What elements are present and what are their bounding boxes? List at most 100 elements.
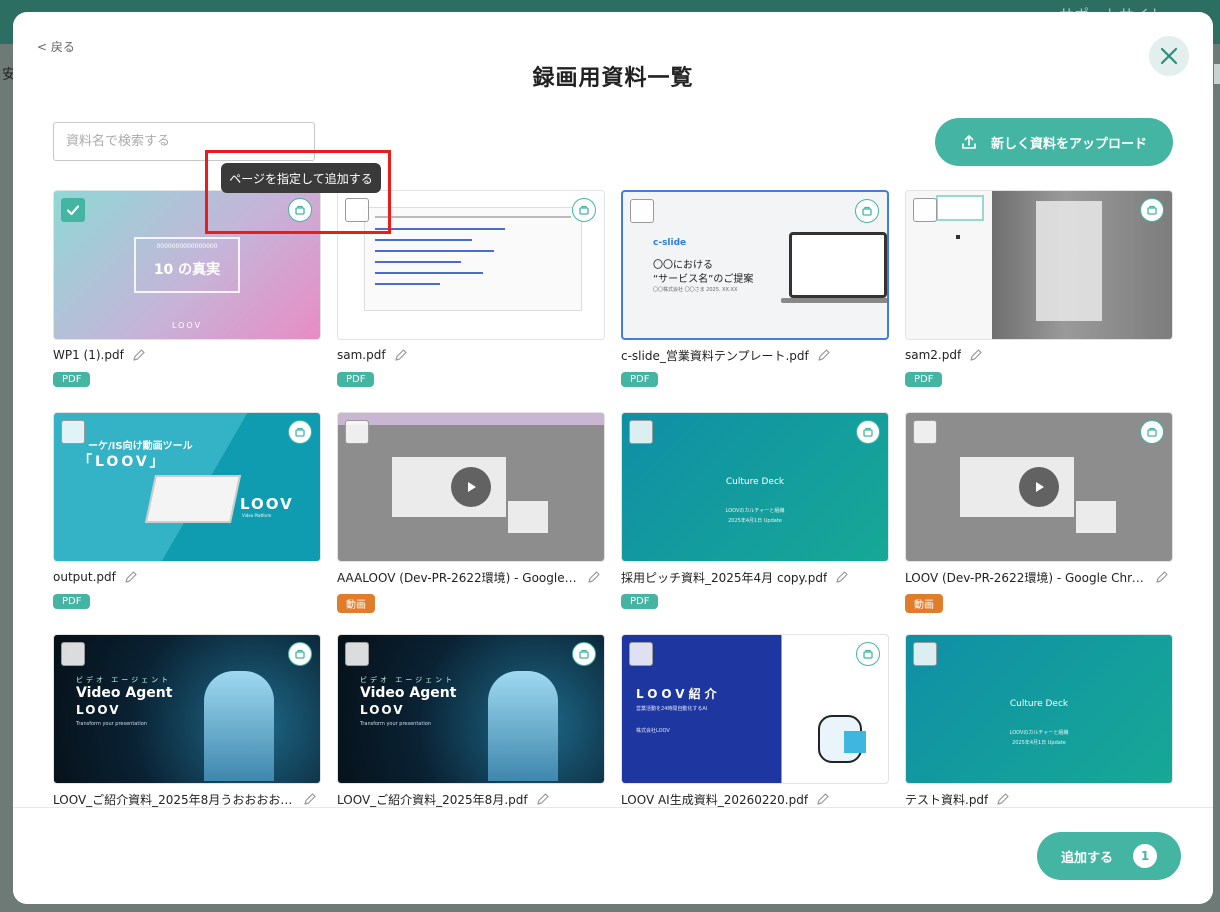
- select-checkbox[interactable]: [345, 198, 369, 222]
- material-card[interactable]: Culture Deck LOOVのカルチャーと組織 2025年4月1日 Upd…: [621, 412, 889, 609]
- robot-hand-image: [204, 671, 274, 781]
- document-preview: [364, 207, 582, 311]
- page-select-icon[interactable]: [288, 642, 312, 666]
- material-name: AAALOOV (Dev-PR-2622環境) - Google Chrome …: [337, 570, 579, 585]
- laptop-image: [789, 232, 887, 298]
- material-card[interactable]: LOOV紹介 営業活動を24時間自動化するAI 株式会社LOOV LOOV AI…: [621, 634, 889, 808]
- search-input[interactable]: [53, 122, 315, 161]
- page-select-icon[interactable]: [856, 642, 880, 666]
- slide-text: LOOV紹介: [636, 687, 721, 701]
- material-card[interactable]: ーケ/IS向け動画ツール 「LOOV」 LOOV Video Platform …: [53, 412, 321, 609]
- pencil-icon[interactable]: [969, 348, 983, 362]
- thumbnail[interactable]: [905, 190, 1173, 340]
- select-checkbox[interactable]: [61, 642, 85, 666]
- close-button[interactable]: [1149, 36, 1189, 76]
- modal-footer: 追加する 1: [13, 807, 1213, 904]
- pencil-icon[interactable]: [816, 792, 830, 806]
- page-select-icon[interactable]: [288, 198, 312, 222]
- material-card[interactable]: ビデオ エージェント Video Agent LOOV Transform yo…: [337, 634, 605, 808]
- slide-text: “サービス名”のご提案: [653, 274, 754, 285]
- thumbnail[interactable]: 0000000000000000 10 の真実 LOOV: [53, 190, 321, 340]
- slide-text: 営業活動を24時間自動化するAI: [636, 706, 708, 712]
- type-badge: PDF: [337, 372, 375, 387]
- slide-text: LOOVのカルチャーと組織: [725, 508, 785, 514]
- material-name: sam2.pdf: [905, 348, 962, 362]
- thumbnail[interactable]: [337, 190, 605, 340]
- page-select-icon[interactable]: [288, 420, 312, 444]
- thumbnail[interactable]: ーケ/IS向け動画ツール 「LOOV」 LOOV Video Platform: [53, 412, 321, 562]
- thumbnail[interactable]: LOOV紹介 営業活動を24時間自動化するAI 株式会社LOOV: [621, 634, 889, 784]
- material-card[interactable]: Culture Deck LOOVのカルチャーと組織 2025年4月1日 Upd…: [905, 634, 1173, 808]
- upload-button-label: 新しく資料をアップロード: [990, 136, 1147, 152]
- check-icon: [66, 205, 80, 216]
- page-select-icon[interactable]: [572, 642, 596, 666]
- material-name: LOOV_ご紹介資料_2025年8月うおおおおお.pdf: [53, 792, 295, 807]
- pencil-icon[interactable]: [394, 348, 408, 362]
- thumbnail[interactable]: ビデオ エージェント Video Agent LOOV Transform yo…: [337, 634, 605, 784]
- slide-text: Culture Deck: [1009, 699, 1069, 709]
- slide-text: ビデオ エージェント: [360, 676, 456, 684]
- page-select-icon[interactable]: [1140, 420, 1164, 444]
- slide-text: 0000000000000000: [156, 243, 218, 250]
- material-card[interactable]: ビデオ エージェント Video Agent LOOV Transform yo…: [53, 634, 321, 808]
- material-name: c-slide_営業資料テンプレート.pdf: [621, 348, 809, 363]
- select-checkbox[interactable]: [629, 420, 653, 444]
- page-select-icon[interactable]: [856, 420, 880, 444]
- select-checkbox[interactable]: [629, 642, 653, 666]
- slide-text: 2025年4月1日 Update: [1012, 740, 1066, 746]
- material-card[interactable]: AAALOOV (Dev-PR-2622環境) - Google Chrome …: [337, 412, 605, 613]
- thumbnail[interactable]: [337, 412, 605, 562]
- type-badge: PDF: [621, 594, 659, 609]
- slide-brand: c-slide: [653, 238, 687, 248]
- pencil-icon[interactable]: [587, 570, 601, 584]
- pencil-icon[interactable]: [132, 348, 146, 362]
- play-icon[interactable]: [451, 467, 491, 507]
- pencil-icon[interactable]: [536, 792, 550, 806]
- select-checkbox[interactable]: [913, 642, 937, 666]
- slide-text: 10 の真実: [153, 262, 221, 278]
- material-card[interactable]: LOOV (Dev-PR-2622環境) - Google Chrome 202…: [905, 412, 1173, 613]
- pencil-icon[interactable]: [303, 792, 317, 806]
- pencil-icon[interactable]: [124, 570, 138, 584]
- slide-text: Video Agent: [360, 685, 457, 701]
- page-select-icon[interactable]: [1140, 198, 1164, 222]
- select-checkbox[interactable]: [913, 198, 937, 222]
- materials-grid: 0000000000000000 10 の真実 LOOV WP1 (1).pdf…: [13, 188, 1213, 808]
- material-card[interactable]: 0000000000000000 10 の真実 LOOV WP1 (1).pdf…: [53, 190, 321, 387]
- select-checkbox[interactable]: [913, 420, 937, 444]
- slide-text: Video Platform: [242, 513, 272, 518]
- add-button[interactable]: 追加する 1: [1037, 832, 1181, 880]
- material-name: LOOV AI生成資料_20260220.pdf: [621, 792, 809, 807]
- pencil-icon[interactable]: [996, 792, 1010, 806]
- material-card[interactable]: c-slide 〇〇における “サービス名”のご提案 〇〇株式会社 〇〇さま 2…: [621, 190, 889, 387]
- select-checkbox[interactable]: [345, 420, 369, 444]
- slide-text: Video Agent: [76, 685, 173, 701]
- thumbnail[interactable]: Culture Deck LOOVのカルチャーと組織 2025年4月1日 Upd…: [905, 634, 1173, 784]
- select-checkbox[interactable]: [630, 199, 654, 223]
- thumbnail[interactable]: ビデオ エージェント Video Agent LOOV Transform yo…: [53, 634, 321, 784]
- material-name: WP1 (1).pdf: [53, 348, 124, 362]
- select-checkbox[interactable]: [61, 198, 85, 222]
- play-icon[interactable]: [1019, 467, 1059, 507]
- pencil-icon[interactable]: [1155, 570, 1169, 584]
- select-checkbox[interactable]: [61, 420, 85, 444]
- thumbnail[interactable]: c-slide 〇〇における “サービス名”のご提案 〇〇株式会社 〇〇さま 2…: [621, 190, 889, 340]
- selected-count-badge: 1: [1133, 844, 1157, 868]
- material-card[interactable]: sam.pdf PDF: [337, 190, 605, 387]
- select-checkbox[interactable]: [345, 642, 369, 666]
- slide-text: 「LOOV」: [78, 454, 167, 470]
- slide-text: LOOVのカルチャーと組織: [1009, 730, 1069, 736]
- material-name: output.pdf: [53, 570, 116, 584]
- upload-button[interactable]: 新しく資料をアップロード: [935, 118, 1173, 166]
- tooltip: ページを指定して追加する: [221, 163, 381, 193]
- page-select-icon[interactable]: [855, 199, 879, 223]
- page-select-icon[interactable]: [572, 198, 596, 222]
- close-icon: [1160, 47, 1178, 65]
- pencil-icon[interactable]: [835, 570, 849, 584]
- thumbnail[interactable]: [905, 412, 1173, 562]
- back-link[interactable]: < 戻る: [37, 38, 75, 55]
- thumbnail[interactable]: Culture Deck LOOVのカルチャーと組織 2025年4月1日 Upd…: [621, 412, 889, 562]
- material-card[interactable]: sam2.pdf PDF: [905, 190, 1173, 387]
- pencil-icon[interactable]: [817, 348, 831, 362]
- slide-text: 株式会社LOOV: [636, 728, 670, 734]
